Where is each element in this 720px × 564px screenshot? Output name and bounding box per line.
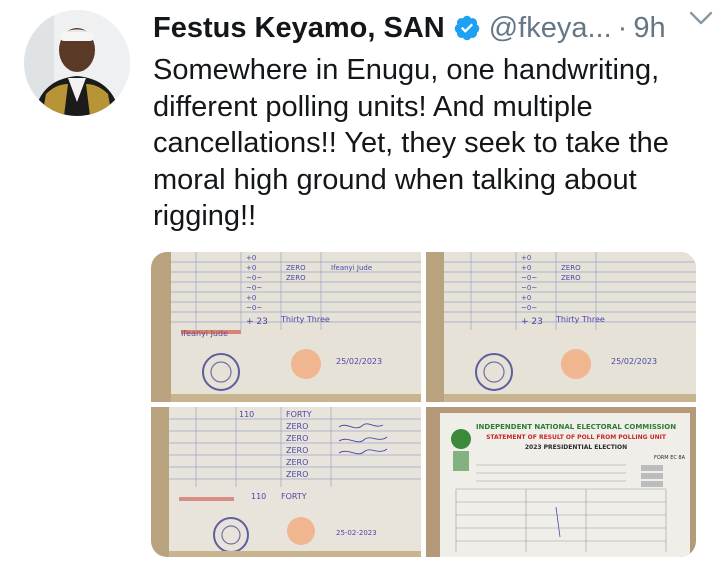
svg-text:~0~: ~0~: [246, 284, 262, 292]
svg-text:~0~: ~0~: [246, 304, 262, 312]
svg-text:ZERO: ZERO: [286, 274, 306, 282]
total-words: FORTY: [281, 492, 307, 501]
form-code: FORM EC 8A: [654, 455, 686, 461]
svg-text:+0: +0: [246, 254, 256, 262]
svg-text:~0~: ~0~: [521, 304, 537, 312]
svg-text:Thirty Three: Thirty Three: [280, 315, 330, 324]
svg-text:~0~: ~0~: [246, 274, 262, 282]
entry-6: ZERO: [286, 458, 308, 467]
tweet-text: Somewhere in Enugu, one handwriting, dif…: [153, 54, 669, 232]
svg-text:+0: +0: [246, 264, 256, 272]
svg-text:+ 23: + 23: [246, 317, 268, 327]
tweet-header: Festus Keyamo, SAN @fkeya... · 9h: [153, 8, 700, 48]
svg-text:ZERO: ZERO: [561, 274, 581, 282]
form-heading: INDEPENDENT NATIONAL ELECTORAL COMMISSIO…: [476, 423, 676, 431]
svg-text:+0: +0: [521, 254, 531, 262]
author-name[interactable]: Festus Keyamo, SAN: [153, 12, 445, 45]
entry-7: ZERO: [286, 470, 308, 479]
svg-text:ZERO: ZERO: [561, 264, 581, 272]
media-photo-2[interactable]: +0 +0 ~0~ ~0~ +0 ~0~ ZERO ZERO + 23 Thirty Thr…: [426, 252, 696, 402]
svg-text:+0: +0: [521, 264, 531, 272]
verified-badge-icon: [453, 14, 481, 42]
author-handle[interactable]: @fkeya...: [489, 12, 612, 45]
entry-5: ZERO: [286, 446, 308, 455]
entry-1: 110: [239, 410, 254, 419]
signature-note-1: Ifeanyi Jude: [331, 264, 372, 272]
media-photo-4[interactable]: INDEPENDENT NATIONAL ELECTORAL COMMISSIO…: [426, 407, 696, 557]
entry-4: ZERO: [286, 434, 308, 443]
written-date-2: 25/02/2023: [611, 357, 657, 366]
timestamp[interactable]: 9h: [633, 12, 665, 45]
form-subheading: STATEMENT OF RESULT OF POLL FROM POLLING…: [486, 434, 667, 441]
sheet-date: 25-02-2023: [336, 529, 377, 537]
svg-text:~0~: ~0~: [521, 284, 537, 292]
svg-text:Thirty Three: Thirty Three: [555, 315, 605, 324]
avatar[interactable]: [24, 10, 130, 116]
entry-3: ZERO: [286, 422, 308, 431]
media-photo-3[interactable]: 110 FORTY ZERO ZERO ZERO ZERO ZERO 110 F…: [151, 407, 421, 557]
media-grid: +0 +0 ~0~ ~0~ +0 ~0~ ZERO ZERO Ifeanyi Jude +…: [151, 252, 696, 557]
tweet[interactable]: Festus Keyamo, SAN @fkeya... · 9h Somewh…: [0, 0, 720, 564]
media-photo-1[interactable]: +0 +0 ~0~ ~0~ +0 ~0~ ZERO ZERO Ifeanyi Jude +…: [151, 252, 421, 402]
entry-2: FORTY: [286, 410, 312, 419]
avatar-photo: [24, 10, 130, 116]
svg-text:ZERO: ZERO: [286, 264, 306, 272]
svg-text:+0: +0: [521, 294, 531, 302]
form-election: 2023 PRESIDENTIAL ELECTION: [525, 444, 627, 451]
svg-text:+ 23: + 23: [521, 317, 543, 327]
separator-dot: ·: [617, 11, 628, 44]
svg-text:~0~: ~0~: [521, 274, 537, 282]
written-date-1: 25/02/2023: [336, 357, 382, 366]
total-votes: 110: [251, 492, 266, 501]
chevron-down-icon[interactable]: [688, 8, 714, 30]
svg-text:+0: +0: [246, 294, 256, 302]
